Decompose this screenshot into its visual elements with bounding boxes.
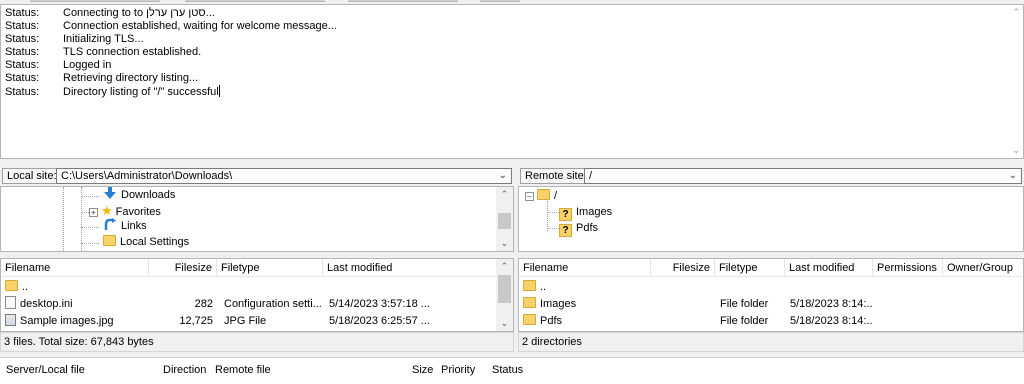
list-item[interactable]: Images File folder 5/18/2023 8:14:... bbox=[519, 296, 1023, 312]
column-header-filename[interactable]: Filename bbox=[1, 259, 149, 277]
local-site-label: Local site: bbox=[2, 168, 62, 184]
column-header-last-modified[interactable]: Last modified bbox=[323, 259, 499, 277]
folder-icon bbox=[5, 280, 18, 291]
column-header-filetype[interactable]: Filetype bbox=[217, 259, 323, 277]
tree-item-links[interactable]: Links bbox=[103, 218, 147, 234]
tree-item-pdfs[interactable]: ? Pdfs bbox=[559, 220, 598, 237]
collapse-minus-icon[interactable]: – bbox=[525, 192, 534, 201]
log-entry: Status: Retrieving directory listing... bbox=[5, 72, 199, 84]
column-header-filesize[interactable]: Filesize bbox=[149, 259, 217, 277]
list-item[interactable]: Sample images.jpg 12,725 JPG File 5/18/2… bbox=[1, 313, 513, 329]
scroll-thumb[interactable] bbox=[498, 275, 511, 303]
folder-icon bbox=[523, 314, 536, 325]
remote-site-bar: Remote site: / ⌄ bbox=[518, 166, 1024, 186]
unknown-folder-icon: ? bbox=[559, 224, 572, 237]
settings-file-icon bbox=[5, 296, 16, 309]
chevron-down-icon[interactable]: ⌄ bbox=[499, 169, 507, 183]
list-item[interactable]: .. bbox=[519, 279, 1023, 295]
column-header-permissions[interactable]: Permissions bbox=[873, 259, 943, 277]
tree-item-root[interactable]: – / bbox=[525, 188, 557, 204]
scroll-down-icon[interactable]: ⌄ bbox=[496, 236, 513, 251]
scroll-up-icon[interactable]: ⌃ bbox=[496, 187, 513, 202]
transfer-queue[interactable]: Server/Local file Direction Remote file … bbox=[0, 357, 1024, 384]
folder-icon bbox=[537, 189, 550, 200]
queue-column-server-local-file[interactable]: Server/Local file bbox=[6, 362, 85, 378]
scroll-down-icon[interactable]: ⌄ bbox=[496, 316, 513, 331]
queue-column-remote-file[interactable]: Remote file bbox=[215, 362, 271, 378]
chevron-down-icon[interactable]: ⌄ bbox=[1009, 169, 1017, 183]
star-icon: ★ bbox=[101, 203, 113, 218]
scroll-up-icon[interactable]: ⌃ bbox=[1012, 7, 1020, 18]
scroll-down-icon[interactable]: ⌄ bbox=[1012, 145, 1020, 156]
tree-item-images[interactable]: ? Images bbox=[559, 204, 612, 221]
folder-icon bbox=[523, 280, 536, 291]
remote-directory-tree[interactable]: – / ? Images ? Pdfs bbox=[518, 186, 1024, 252]
log-entry: Status: Logged in bbox=[5, 59, 112, 71]
scroll-thumb[interactable] bbox=[498, 213, 511, 229]
remote-file-list[interactable]: Filename Filesize Filetype Last modified… bbox=[518, 258, 1024, 332]
column-header-last-modified[interactable]: Last modified bbox=[785, 259, 873, 277]
folder-icon bbox=[103, 235, 116, 246]
queue-column-status[interactable]: Status bbox=[492, 362, 523, 378]
list-item[interactable]: Pdfs File folder 5/18/2023 8:14:... bbox=[519, 313, 1023, 329]
scroll-up-icon[interactable]: ⌃ bbox=[496, 259, 513, 274]
column-header-filename[interactable]: Filename bbox=[519, 259, 651, 277]
download-arrow-icon bbox=[104, 187, 116, 199]
list-item[interactable]: desktop.ini 282 Configuration setti... 5… bbox=[1, 296, 513, 312]
tree-item-local-settings[interactable]: Local Settings bbox=[103, 234, 189, 250]
remote-status-text: 2 directories bbox=[522, 336, 582, 348]
log-entry: Status: Directory listing of "/" successf… bbox=[5, 85, 220, 98]
local-path-combo[interactable]: C:\Users\Administrator\Downloads\ ⌄ bbox=[56, 168, 512, 184]
local-list-scrollbar[interactable]: ⌃ ⌄ bbox=[496, 259, 513, 331]
local-path-value: C:\Users\Administrator\Downloads\ bbox=[61, 170, 233, 182]
link-arrow-icon bbox=[104, 218, 116, 230]
remote-path-value: / bbox=[589, 170, 593, 182]
local-status-text: 3 files. Total size: 67,843 bytes bbox=[4, 336, 154, 348]
log-entry: Status: TLS connection established. bbox=[5, 46, 202, 58]
tree-item-downloads[interactable]: Downloads bbox=[103, 187, 175, 203]
local-directory-tree[interactable]: Downloads + ★ Favorites Links Local Settin… bbox=[0, 186, 514, 252]
list-item[interactable]: .. bbox=[1, 279, 513, 295]
log-entry: Status: Connection established, waiting f… bbox=[5, 20, 337, 32]
remote-site-label: Remote site: bbox=[520, 168, 592, 184]
text-caret bbox=[218, 85, 220, 97]
local-site-bar: Local site: C:\Users\Administrator\Downl… bbox=[0, 166, 514, 186]
message-log[interactable]: Status: Connecting to to סטן ערן ערלן... … bbox=[0, 4, 1024, 159]
log-entry: Status: Initializing TLS... bbox=[5, 33, 144, 45]
local-file-list[interactable]: Filename Filesize Filetype Last modified… bbox=[0, 258, 514, 332]
image-file-icon bbox=[5, 314, 16, 326]
tree-item-favorites[interactable]: + ★ Favorites bbox=[89, 203, 161, 219]
queue-column-size[interactable]: Size bbox=[412, 362, 433, 378]
remote-status-bar: 2 directories bbox=[518, 332, 1024, 352]
folder-icon bbox=[523, 297, 536, 308]
local-tree-scrollbar[interactable]: ⌃ ⌄ bbox=[496, 187, 513, 251]
queue-column-direction[interactable]: Direction bbox=[163, 362, 206, 378]
local-status-bar: 3 files. Total size: 67,843 bytes bbox=[0, 332, 514, 352]
local-list-header: Filename Filesize Filetype Last modified bbox=[1, 259, 513, 277]
column-header-owner-group[interactable]: Owner/Group bbox=[943, 259, 1023, 277]
remote-path-combo[interactable]: / ⌄ bbox=[584, 168, 1022, 184]
expand-plus-icon[interactable]: + bbox=[89, 208, 98, 217]
remote-list-header: Filename Filesize Filetype Last modified… bbox=[519, 259, 1023, 277]
queue-column-priority[interactable]: Priority bbox=[441, 362, 475, 378]
log-entry: Status: Connecting to to סטן ערן ערלן... bbox=[5, 7, 215, 19]
column-header-filesize[interactable]: Filesize bbox=[651, 259, 715, 277]
column-header-filetype[interactable]: Filetype bbox=[715, 259, 785, 277]
